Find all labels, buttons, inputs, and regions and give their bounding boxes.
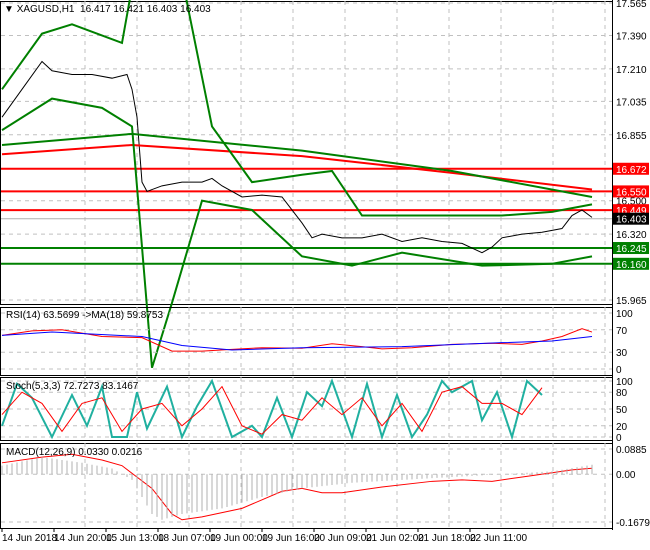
y-tick-label: 20 bbox=[616, 422, 628, 433]
series-ma-green bbox=[1, 132, 593, 198]
y-tick-label: 17.035 bbox=[616, 97, 647, 108]
y-tick-label: 15.965 bbox=[616, 296, 647, 307]
y-tick-label: 100 bbox=[616, 377, 633, 388]
chart-window: 17.565 17.390 17.210 17.035 16.855 16.500 16.3… bbox=[0, 0, 650, 550]
level-label: 16.245 bbox=[616, 244, 647, 255]
x-tick-label: 20 Jun 09:00 bbox=[314, 533, 372, 544]
y-tick-label: 17.390 bbox=[616, 31, 647, 42]
y-tick-label: 17.210 bbox=[616, 65, 647, 76]
y-tick-label: 0 bbox=[616, 365, 622, 376]
level-label: 16.160 bbox=[616, 260, 647, 271]
level-label: 16.403 bbox=[616, 215, 647, 226]
y-tick-label: 50 bbox=[616, 405, 628, 416]
x-tick-label: 15 Jun 13:00 bbox=[106, 533, 164, 544]
y-tick-label: 16.320 bbox=[616, 230, 647, 241]
x-tick-label: 14 Jun 2018 bbox=[2, 533, 57, 544]
series-ma-red bbox=[1, 144, 593, 191]
level-label: 16.550 bbox=[616, 187, 647, 198]
x-tick-label: 19 Jun 16:00 bbox=[262, 533, 320, 544]
x-tick-label: 21 Jun 02:00 bbox=[366, 533, 424, 544]
symbol-label: XAGUSD,H1 bbox=[16, 4, 75, 15]
series-bb-lower bbox=[1, 97, 593, 369]
y-tick-label: 80 bbox=[616, 388, 628, 399]
series-bb-upper bbox=[1, 0, 593, 217]
dropdown-arrow-icon[interactable]: ▼ bbox=[4, 4, 14, 15]
x-tick-label: 21 Jun 18:00 bbox=[418, 533, 476, 544]
level-label: 16.672 bbox=[616, 165, 647, 176]
rsi-title: RSI(14) 63.5699 ->MA(18) 59.8753 bbox=[6, 310, 164, 321]
y-tick-label: 0 bbox=[616, 433, 622, 444]
y-tick-label: 70 bbox=[616, 326, 628, 337]
stoch-title: Stoch(5,3,3) 72.7273 83.1467 bbox=[6, 381, 139, 392]
panel-frame bbox=[0, 1, 613, 305]
macd-title: MACD(12,26,9) 0.0330 0.0216 bbox=[6, 447, 143, 458]
y-tick-label: -0.1679 bbox=[616, 518, 650, 529]
chart-header: ▼ XAGUSD,H1 16.417 16.421 16.403 16.403 bbox=[4, 4, 211, 15]
y-tick-label: 16.855 bbox=[616, 131, 647, 142]
y-tick-label: 17.565 bbox=[616, 0, 647, 10]
ohlc-values: 16.417 16.421 16.403 16.403 bbox=[80, 4, 211, 15]
x-tick-label: 14 Jun 20:00 bbox=[54, 533, 112, 544]
x-tick-label: 18 Jun 07:00 bbox=[158, 533, 216, 544]
y-tick-label: 30 bbox=[616, 348, 628, 359]
y-tick-label: 0.0885 bbox=[616, 445, 647, 456]
chart-canvas: 17.56517.39017.21017.03516.85516.50016.3… bbox=[0, 0, 650, 544]
y-tick-label: 100 bbox=[616, 309, 633, 320]
x-tick-label: 19 Jun 00:00 bbox=[210, 533, 268, 544]
y-tick-label: 0.00 bbox=[616, 470, 636, 481]
x-tick-label: 22 Jun 11:00 bbox=[470, 533, 528, 544]
series-price bbox=[1, 60, 593, 254]
